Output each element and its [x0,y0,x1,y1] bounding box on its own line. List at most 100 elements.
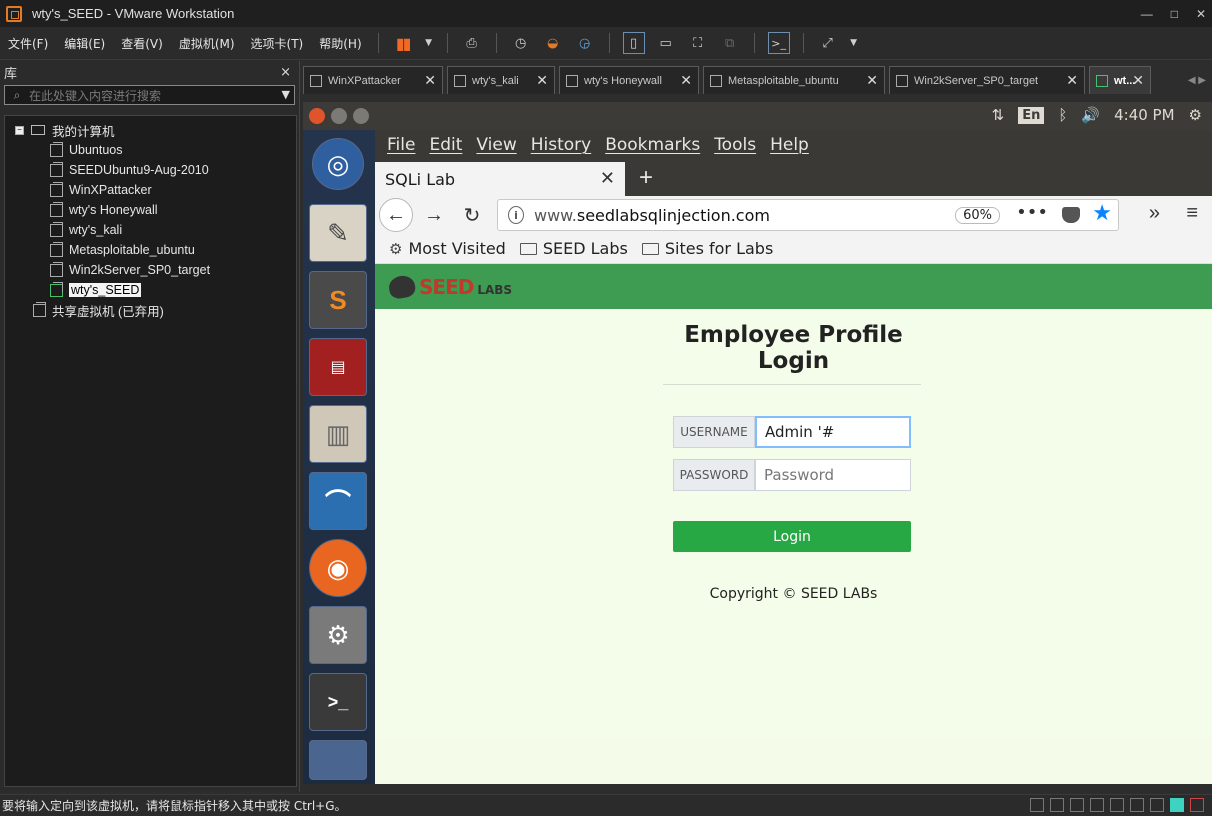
collapse-icon[interactable]: − [15,125,24,135]
close-icon[interactable]: ✕ [866,72,878,89]
tree-vm-item[interactable]: SEEDUbuntu9-Aug-2010 [5,160,296,180]
tree-vm-item-selected[interactable]: wty's_SEED [5,280,296,300]
login-button[interactable]: Login [673,521,911,552]
cd-rom-icon[interactable] [1050,798,1064,812]
ff-menu-tools[interactable]: Tools [714,135,756,155]
firefox-icon[interactable]: ◉ [309,539,367,597]
menu-file[interactable]: 文件(F) [0,35,56,52]
menu-tabs[interactable]: 选项卡(T) [243,35,312,52]
close-icon[interactable]: ✕ [536,72,548,89]
guest-display[interactable]: ⇅ En ᛒ 🔊 4:40 PM ⚙ ◎ ✎ S ▤ ▥ ⌒ ◉ ⚙ >_ Fi… [303,102,1212,784]
overflow-icon[interactable]: » [1149,202,1160,225]
show-library-icon[interactable]: ▯ [622,32,645,54]
dropdown-icon[interactable]: ▼ [849,32,859,54]
url-bar[interactable]: i www. seedlabsqlinjection.com 60% ••• ★ [497,199,1119,231]
ff-menu-view[interactable]: View [476,135,516,155]
library-search[interactable]: ⌕ 在此处键入内容进行搜索 ▼ [4,85,295,105]
tab-wty-seed[interactable]: wt... ✕ [1089,66,1151,94]
new-tab-icon[interactable]: + [639,164,653,192]
forward-icon[interactable]: → [417,198,451,232]
chevron-down-icon[interactable]: ▼ [282,88,290,101]
tab-metasploitable[interactable]: Metasploitable_ubuntu ✕ [703,66,885,94]
bookmark-most-visited[interactable]: ⚙ Most Visited [389,239,506,258]
bluetooth-icon[interactable]: ᛒ [1058,106,1067,124]
close-icon[interactable]: ✕ [1132,72,1144,89]
maximize-button[interactable]: □ [1171,7,1178,21]
snapshot-icon[interactable]: ◷ [510,32,532,54]
stop-sharing-icon[interactable] [1190,798,1204,812]
tab-honeywall[interactable]: wty's Honeywall ✕ [559,66,699,94]
back-icon[interactable]: ← [379,198,413,232]
tree-vm-item[interactable]: Metasploitable_ubuntu [5,240,296,260]
terminal-multi-icon[interactable]: ▤ [309,338,367,396]
snapshot-manager-icon[interactable]: ◶ [574,32,596,54]
username-input[interactable] [755,416,911,448]
usb-icon[interactable] [1090,798,1104,812]
fullscreen-icon[interactable]: ⛶ [687,32,709,54]
message-icon[interactable] [1170,798,1184,812]
ff-menu-history[interactable]: History [531,135,591,155]
password-input[interactable] [755,459,911,491]
menu-help[interactable]: 帮助(H) [311,35,369,52]
menu-edit[interactable]: 编辑(E) [56,35,113,52]
keyboard-layout-indicator[interactable]: En [1018,106,1045,124]
tab-kali[interactable]: wty's_kali ✕ [447,66,555,94]
tree-root[interactable]: − 我的计算机 [5,120,296,140]
network-adapter-icon[interactable] [1070,798,1084,812]
tree-vm-item[interactable]: Ubuntuos [5,140,296,160]
tab-scroll-arrows[interactable]: ◀ ▶ [1188,75,1206,86]
ff-menu-file[interactable]: File [387,135,415,155]
revert-snapshot-icon[interactable]: ◒ [542,32,564,54]
stretch-icon[interactable]: ⤢ [817,32,839,54]
pause-icon[interactable]: ▮▮ [392,32,414,54]
close-icon[interactable]: ✕ [1066,72,1078,89]
sublime-text-icon[interactable]: S [309,271,367,329]
menu-view[interactable]: 查看(V) [113,35,171,52]
close-button[interactable]: ✕ [1196,7,1206,21]
hamburger-menu-icon[interactable]: ≡ [1186,202,1198,225]
close-icon[interactable]: ✕ [600,168,615,189]
unity-icon[interactable]: ⧉ [719,32,741,54]
window-minimize-icon[interactable] [331,108,347,124]
console-view-icon[interactable]: ▭ [655,32,677,54]
tree-vm-item[interactable]: Win2kServer_SP0_target [5,260,296,280]
tab-win2kserver[interactable]: Win2kServer_SP0_target ✕ [889,66,1085,94]
close-icon[interactable]: ✕ [424,72,436,89]
window-maximize-icon[interactable] [353,108,369,124]
library-close-icon[interactable]: × [280,65,291,80]
ff-menu-edit[interactable]: Edit [429,135,462,155]
bookmark-sites-for-labs[interactable]: Sites for Labs [641,239,773,258]
clock[interactable]: 4:40 PM [1114,106,1174,124]
dropdown-icon[interactable]: ▼ [424,32,434,54]
send-keys-icon[interactable]: ⎙ [461,32,483,54]
sound-card-icon[interactable] [1130,798,1144,812]
bookmark-star-icon[interactable]: ★ [1092,201,1112,226]
hard-disk-icon[interactable] [1030,798,1044,812]
reload-icon[interactable]: ↻ [455,198,489,232]
ubuntu-dash-icon[interactable]: ◎ [312,138,364,190]
volume-icon[interactable]: 🔊 [1081,106,1100,124]
minimize-button[interactable]: — [1141,7,1153,21]
window-close-icon[interactable] [309,108,325,124]
text-editor-icon[interactable]: ✎ [309,204,367,262]
tree-vm-item[interactable]: wty's_kali [5,220,296,240]
terminal-icon[interactable]: >_ [767,32,790,54]
terminal-icon[interactable]: >_ [309,673,367,731]
tab-winxpattacker[interactable]: WinXPattacker ✕ [303,66,443,94]
info-icon[interactable]: i [508,206,524,224]
tree-shared-vms[interactable]: 共享虚拟机 (已弃用) [5,300,296,320]
tree-vm-item[interactable]: WinXPattacker [5,180,296,200]
tree-vm-item[interactable]: wty's Honeywall [5,200,296,220]
wireshark-icon[interactable]: ⌒ [309,472,367,530]
close-icon[interactable]: ✕ [680,72,692,89]
network-icon[interactable]: ⇅ [992,106,1005,124]
display-icon[interactable] [1150,798,1164,812]
page-actions-icon[interactable]: ••• [1016,202,1048,223]
bookmark-seed-labs[interactable]: SEED Labs [519,239,628,258]
system-settings-icon[interactable]: ⚙ [309,606,367,664]
seed-labs-logo[interactable]: SEED LABS [387,273,512,300]
tab-sqli-lab[interactable]: SQLi Lab ✕ [375,162,625,196]
menu-vm[interactable]: 虚拟机(M) [171,35,243,52]
file-cabinet-icon[interactable]: ▥ [309,405,367,463]
pocket-icon[interactable] [1062,207,1080,223]
